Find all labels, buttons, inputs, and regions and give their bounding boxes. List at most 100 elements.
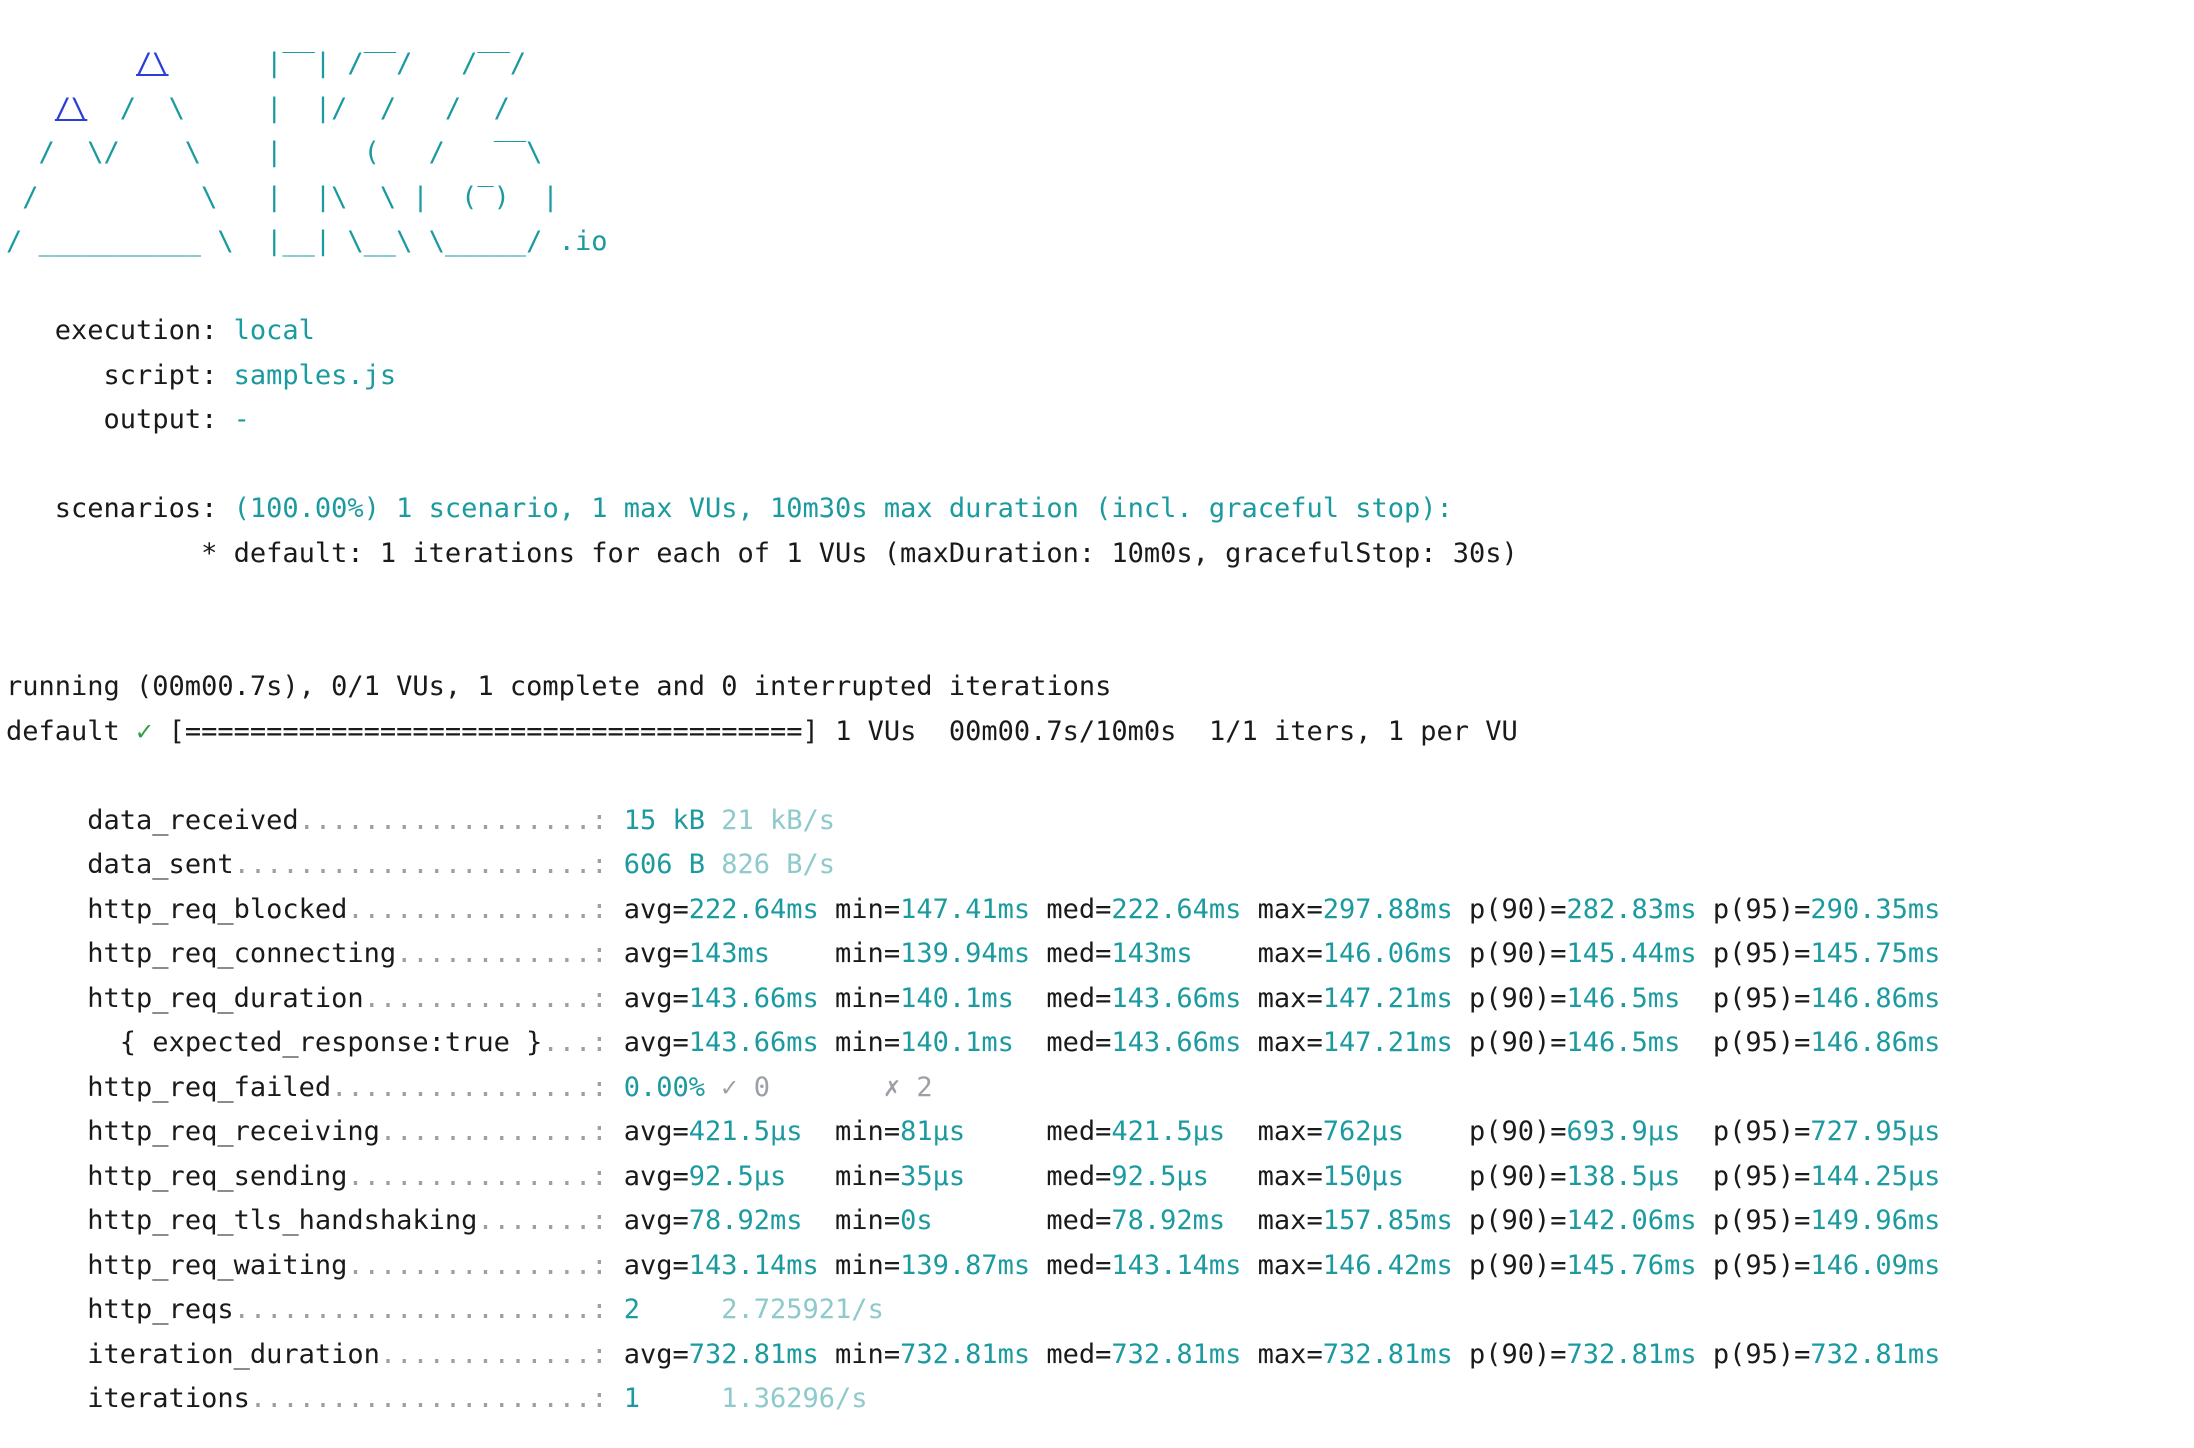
metric-value: max=147.21ms	[1257, 982, 1453, 1014]
metric-value: p(95)=144.25µs	[1712, 1160, 1941, 1192]
metric-leader-dots: .....................:	[249, 1383, 608, 1414]
scenario-detail-line: * default: 1 iterations for each of 1 VU…	[6, 532, 1957, 577]
metric-value: med=222.64ms	[1046, 893, 1242, 925]
metric-value: p(95)=145.75ms	[1712, 938, 1941, 969]
output-line: output: -	[6, 398, 1957, 443]
metric-value: p(90)=693.9µs	[1468, 1116, 1681, 1147]
logo-line: / \ | |\ \ | (‾) |	[6, 181, 559, 213]
metric-value: min=140.1ms	[835, 982, 1014, 1014]
metric-name: http_req_blocked	[87, 893, 348, 925]
metric-name: iteration_duration	[87, 1338, 380, 1370]
metric-value: p(95)=146.09ms	[1712, 1249, 1941, 1281]
metric-value: p(95)=149.96ms	[1712, 1205, 1941, 1236]
metric-value: p(90)=732.81ms	[1468, 1338, 1697, 1370]
output-value: -	[233, 404, 250, 435]
metric-value: 1	[623, 1383, 640, 1414]
metric-name: { expected_response:true }	[87, 1027, 543, 1058]
metric-name: http_req_sending	[87, 1160, 348, 1192]
metric-row: http_req_failed................: 0.00% ✓ …	[6, 1066, 1957, 1111]
metric-value: max=146.06ms	[1257, 938, 1453, 969]
progress-bar: [======================================]	[168, 715, 819, 747]
terminal-window: { "banner": { "lines": [ " /\\ |‾‾| /‾‾/…	[0, 0, 2194, 1448]
metric-row: iteration_duration.............: avg=732…	[6, 1333, 1957, 1378]
metric-row: http_req_tls_handshaking.......: avg=78.…	[6, 1199, 1957, 1244]
metric-value: med=143ms	[1046, 938, 1193, 969]
metric-value: p(90)=282.83ms	[1468, 893, 1697, 925]
metric-row: { expected_response:true }...: avg=143.6…	[6, 1021, 1957, 1066]
metric-value: med=143.14ms	[1046, 1249, 1242, 1281]
metric-value: avg=143ms	[623, 938, 771, 969]
scenarios-summary: (100.00%) 1 scenario, 1 max VUs, 10m30s …	[233, 493, 1453, 524]
metric-row: http_req_waiting...............: avg=143…	[6, 1244, 1957, 1289]
metric-value: p(95)=146.86ms	[1712, 982, 1941, 1014]
scenarios-label: scenarios:	[54, 493, 218, 524]
metric-leader-dots: ...............:	[347, 1160, 608, 1192]
metric-value: max=157.85ms	[1257, 1205, 1453, 1236]
metric-value: med=421.5µs	[1046, 1116, 1226, 1147]
metric-value: max=732.81ms	[1257, 1338, 1453, 1370]
metric-value: max=150µs	[1257, 1160, 1404, 1192]
metric-value: med=732.81ms	[1046, 1338, 1242, 1370]
metric-row: http_req_connecting............: avg=143…	[6, 932, 1957, 977]
metric-value: min=147.41ms	[835, 893, 1031, 925]
scenario-detail: * default: 1 iterations for each of 1 VU…	[201, 537, 1518, 569]
execution-value: local	[233, 315, 315, 346]
metric-value: min=81µs	[835, 1116, 966, 1147]
progress-stats: 1 VUs 00m00.7s/10m0s 1/1 iters, 1 per VU	[835, 715, 1518, 747]
metric-leader-dots: ......................:	[233, 849, 608, 880]
logo-line: / __________ \ |__| \__\ \_____/ .io	[6, 226, 608, 257]
metric-name: http_req_connecting	[87, 938, 397, 969]
metric-name: data_received	[87, 804, 299, 836]
metric-leader-dots: ...............:	[347, 1249, 608, 1281]
metric-leader-dots: .............:	[379, 1338, 608, 1370]
metric-leader-dots: ..................:	[298, 804, 608, 836]
metric-value: avg=143.66ms	[623, 982, 819, 1014]
metric-value: 606 B	[623, 849, 706, 880]
logo-line: /\ / \ | |/ / / /	[54, 92, 510, 124]
metric-row: data_received..................: 15 kB 21…	[6, 799, 1957, 844]
metric-value: max=147.21ms	[1257, 1027, 1453, 1058]
metric-value: p(90)=142.06ms	[1468, 1205, 1697, 1236]
metric-value: min=139.94ms	[835, 938, 1031, 969]
metric-value: p(90)=145.76ms	[1468, 1249, 1697, 1281]
metric-leader-dots: .......:	[477, 1205, 608, 1236]
metric-value: med=92.5µs	[1046, 1160, 1209, 1192]
metric-value: p(90)=138.5µs	[1468, 1160, 1681, 1192]
metric-value: 2.725921/s	[721, 1294, 884, 1325]
logo-line: / \/ \ | ( / ‾‾\	[6, 137, 543, 168]
metric-leader-dots: ...:	[542, 1027, 608, 1058]
metric-row: http_req_duration..............: avg=143…	[6, 977, 1957, 1022]
metric-value: p(90)=146.5ms	[1468, 982, 1681, 1014]
metric-value: avg=143.66ms	[623, 1027, 819, 1058]
metric-value: avg=78.92ms	[623, 1205, 803, 1236]
check-icon: ✓	[136, 715, 153, 747]
metric-leader-dots: ................:	[331, 1071, 608, 1103]
metric-name: http_req_failed	[87, 1071, 332, 1103]
metric-value: max=762µs	[1257, 1116, 1404, 1147]
metric-value: avg=92.5µs	[623, 1160, 787, 1192]
metric-name: http_req_receiving	[87, 1116, 380, 1147]
metric-leader-dots: ............:	[396, 938, 608, 969]
metric-value: p(95)=290.35ms	[1712, 893, 1941, 925]
metric-value: avg=421.5µs	[623, 1116, 803, 1147]
metric-value: 2	[623, 1294, 640, 1325]
metric-name: iterations	[87, 1383, 250, 1414]
output-label: output:	[103, 404, 218, 435]
running-status: running (00m00.7s), 0/1 VUs, 1 complete …	[6, 671, 1112, 702]
metric-value: avg=732.81ms	[623, 1338, 819, 1370]
progress-line: default ✓ [=============================…	[6, 710, 1957, 755]
metric-value: min=139.87ms	[835, 1249, 1031, 1281]
script-line: script: samples.js	[6, 354, 1957, 399]
metric-value: p(95)=146.86ms	[1712, 1027, 1941, 1058]
metric-value: p(95)=727.95µs	[1712, 1116, 1941, 1147]
metric-value: min=35µs	[835, 1160, 966, 1192]
metric-leader-dots: ...............:	[347, 893, 608, 925]
metric-value: 826 B/s	[721, 849, 836, 880]
execution-label: execution:	[54, 315, 218, 346]
scenario-name: default	[6, 715, 120, 747]
metric-name: http_req_tls_handshaking	[87, 1205, 478, 1236]
metric-value: p(90)=145.44ms	[1468, 938, 1697, 969]
